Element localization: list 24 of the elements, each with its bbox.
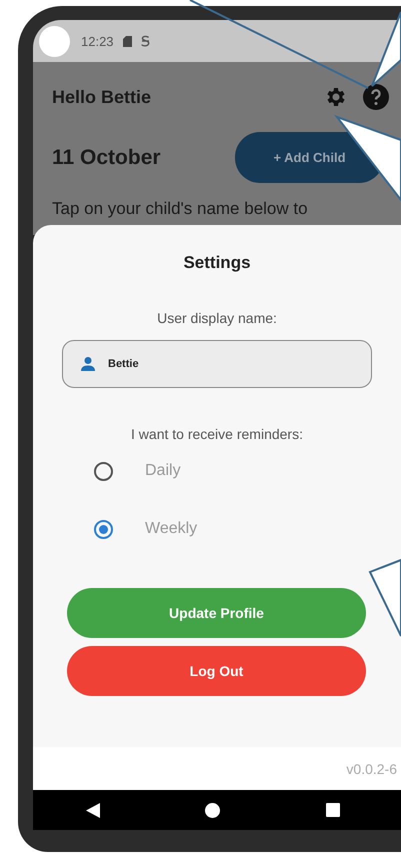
log-out-button[interactable]: Log Out (67, 646, 366, 696)
help-icon[interactable] (363, 84, 389, 110)
person-icon (80, 356, 96, 372)
radio-button[interactable] (94, 520, 113, 538)
reminder-label: I want to receive reminders: (131, 426, 303, 442)
greeting: Hello Bettie (52, 86, 152, 108)
name-field[interactable]: Bettie (62, 340, 372, 388)
radio-button[interactable] (94, 462, 113, 480)
field-value: Bettie (108, 358, 139, 370)
option-label: Weekly (145, 520, 198, 538)
date-heading: 11 October (52, 146, 161, 170)
instruction-text: Tap on your child's name below to (52, 199, 309, 219)
sync-icon (140, 35, 150, 47)
camera-cutout (39, 26, 70, 56)
field-label: User display name: (157, 310, 277, 326)
status-time: 12:23 (81, 34, 114, 48)
option-label: Daily (145, 462, 181, 480)
back-icon[interactable] (86, 802, 100, 818)
version-text: v0.0.2-6 (346, 760, 397, 776)
home-icon[interactable] (205, 802, 220, 818)
sheet-title: Settings (183, 253, 251, 273)
update-profile-button[interactable]: Update Profile (67, 588, 366, 638)
sd-card-icon (122, 36, 132, 46)
recents-icon[interactable] (326, 803, 340, 817)
